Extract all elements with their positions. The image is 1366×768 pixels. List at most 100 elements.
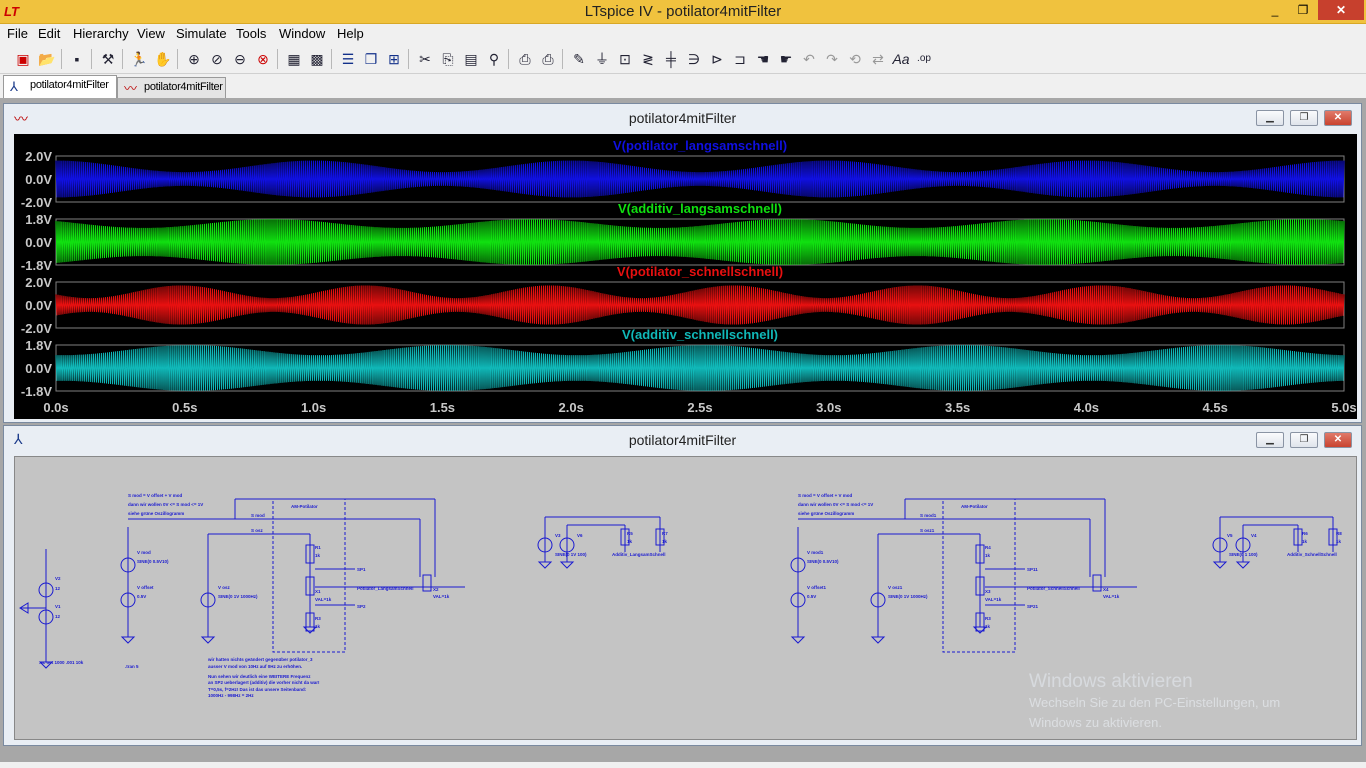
tab-waveform[interactable]: 〰 potilator4mitFilter — [117, 77, 226, 98]
zoom-fit-icon[interactable]: ⊗ — [253, 49, 273, 69]
wire-icon[interactable]: ✎ — [569, 49, 589, 69]
comment-line3: Nun sehen wir deutlich eine WEITERE Freq… — [208, 674, 311, 679]
left-voffset-val: 0.5V — [137, 594, 146, 599]
y-tick-label: 1.8V — [25, 212, 52, 227]
cut-icon[interactable]: ✂ — [415, 49, 435, 69]
far-r8: R8 — [1336, 531, 1342, 536]
copy-icon[interactable]: ⎘ — [438, 49, 458, 69]
schematic-labels: S mod = V offset + V mod dann wir wollen… — [39, 493, 1342, 698]
child-close-button[interactable]: ✕ — [1324, 110, 1352, 126]
capacitor-icon[interactable]: ╪ — [661, 49, 681, 69]
menu-file[interactable]: File — [4, 25, 31, 42]
menu-hierarchy[interactable]: Hierarchy — [70, 25, 132, 42]
control-panel-icon[interactable]: ⚒ — [98, 49, 118, 69]
left-pot-label: Potilator_LangsamSchnell — [357, 586, 414, 591]
trace-3 — [55, 285, 1345, 325]
halt-icon[interactable]: ✋ — [153, 49, 173, 69]
menu-window[interactable]: Window — [276, 25, 328, 42]
y-tick-label: 2.0V — [25, 275, 52, 290]
run-icon[interactable]: 🏃 — [129, 49, 149, 69]
menu-edit[interactable]: Edit — [35, 25, 63, 42]
right-r4: R4 — [985, 545, 991, 550]
left-x2: X2 — [433, 587, 439, 592]
x-tick-label: 0.5s — [172, 400, 197, 415]
y-tick-label: -2.0V — [21, 195, 52, 210]
redo-icon[interactable]: ↷ — [822, 49, 842, 69]
document-tabs: ⅄ potilator4mitFilter 〰 potilator4mitFil… — [0, 75, 1366, 98]
new-schematic-icon[interactable]: ▣ — [13, 49, 33, 69]
maximize-button[interactable]: ❐ — [1290, 0, 1316, 20]
child-minimize-button[interactable]: ▁ — [1256, 432, 1284, 448]
left-s-mod: S mod — [251, 513, 265, 518]
tile-horizontal-icon[interactable]: ☰ — [338, 49, 358, 69]
cascade-icon[interactable]: ❐ — [361, 49, 381, 69]
ground-icon[interactable]: ⏚ — [592, 49, 612, 69]
menu-help[interactable]: Help — [334, 25, 367, 42]
move-icon[interactable]: ☚ — [753, 49, 773, 69]
mid-v3: V3 — [555, 533, 561, 538]
autorange-icon[interactable]: ▦ — [284, 49, 304, 69]
y-tick-label: -1.8V — [21, 258, 52, 273]
minimize-button[interactable]: _ — [1262, 0, 1288, 20]
left-v1: V1 — [55, 604, 61, 609]
open-icon[interactable]: 📂 — [37, 49, 57, 69]
right-x3: X3 — [985, 589, 991, 594]
far-v5: V5 — [1227, 533, 1233, 538]
comment-line5: T=0,5s, f=2Hz! Das ist das unsere Seiten… — [208, 687, 307, 692]
child-maximize-button[interactable]: ❐ — [1290, 432, 1318, 448]
diode-icon[interactable]: ⊳ — [707, 49, 727, 69]
resistor-icon[interactable]: ≷ — [638, 49, 658, 69]
close-button[interactable]: ✕ — [1318, 0, 1364, 20]
left-vmod-val: SINE(0 0.5V10) — [137, 559, 169, 564]
ac-directive: .ac oct 1000 .001 10k — [39, 660, 84, 665]
right-sp1: SP11 — [1027, 567, 1038, 572]
drag-icon[interactable]: ☛ — [776, 49, 796, 69]
print-icon[interactable]: ⎙ — [538, 49, 558, 69]
schematic-window-title: potilator4mitFilter — [628, 432, 737, 448]
grid-icon[interactable]: ▩ — [307, 49, 327, 69]
print-preview-icon[interactable]: ⎙ — [515, 49, 535, 69]
menu-view[interactable]: View — [134, 25, 168, 42]
inductor-icon[interactable]: ∋ — [684, 49, 704, 69]
component-icon[interactable]: ⊐ — [730, 49, 750, 69]
menu-simulate[interactable]: Simulate — [173, 25, 230, 42]
zoom-in-icon[interactable]: ⊕ — [184, 49, 204, 69]
find-icon[interactable]: ⚲ — [484, 49, 504, 69]
pan-icon[interactable]: ⊘ — [207, 49, 227, 69]
child-maximize-button[interactable]: ❐ — [1290, 110, 1318, 126]
menu-tools[interactable]: Tools — [233, 25, 269, 42]
tran-directive: .tran 5 — [125, 664, 139, 669]
child-minimize-button[interactable]: ▁ — [1256, 110, 1284, 126]
tab-schematic[interactable]: ⅄ potilator4mitFilter — [3, 75, 117, 98]
spice-directive-icon[interactable]: .op — [914, 49, 934, 69]
tab-label: potilator4mitFilter — [30, 79, 109, 91]
activation-watermark: Windows aktivieren Wechseln Sie zu den P… — [1029, 671, 1280, 733]
components — [19, 498, 1338, 669]
rotate-icon[interactable]: ⟲ — [845, 49, 865, 69]
x-tick-label: 1.0s — [301, 400, 326, 415]
label-net-icon[interactable]: ⊡ — [615, 49, 635, 69]
text-icon[interactable]: Aa — [891, 49, 911, 69]
x-tick-label: 3.5s — [945, 400, 970, 415]
far-r8-val: 1k — [1336, 539, 1342, 544]
waveform-window: potilator4mitFilter 〰 ▁ ❐ ✕ V(potilator_… — [3, 103, 1362, 423]
zoom-out-icon[interactable]: ⊖ — [230, 49, 250, 69]
mirror-icon[interactable]: ⇄ — [868, 49, 888, 69]
waveform-icon: 〰 — [14, 111, 28, 127]
paste-icon[interactable]: ▤ — [461, 49, 481, 69]
save-icon[interactable]: ▪ — [67, 49, 87, 69]
mid-v6: V6 — [577, 533, 583, 538]
comment-line1: wir hatten nichts geändert gegenüber pot… — [207, 657, 313, 662]
trace-label: V(potilator_langsamschnell) — [613, 138, 787, 153]
y-tick-label: 0.0V — [25, 298, 52, 313]
tile-vertical-icon[interactable]: ⊞ — [384, 49, 404, 69]
left-vmod: V mod — [137, 550, 151, 555]
left-vosz: V osz — [218, 585, 231, 590]
child-close-button[interactable]: ✕ — [1324, 432, 1352, 448]
waveform-plot[interactable]: V(potilator_langsamschnell) 2.0V 0.0V -2.0V… — [14, 134, 1357, 419]
x-tick-label: 3.0s — [816, 400, 841, 415]
undo-icon[interactable]: ↶ — [799, 49, 819, 69]
left-s-osz: S osz — [251, 528, 264, 533]
far-r6: R6 — [1302, 531, 1308, 536]
waveform-chart[interactable]: V(potilator_langsamschnell) 2.0V 0.0V -2.0V… — [14, 134, 1357, 419]
